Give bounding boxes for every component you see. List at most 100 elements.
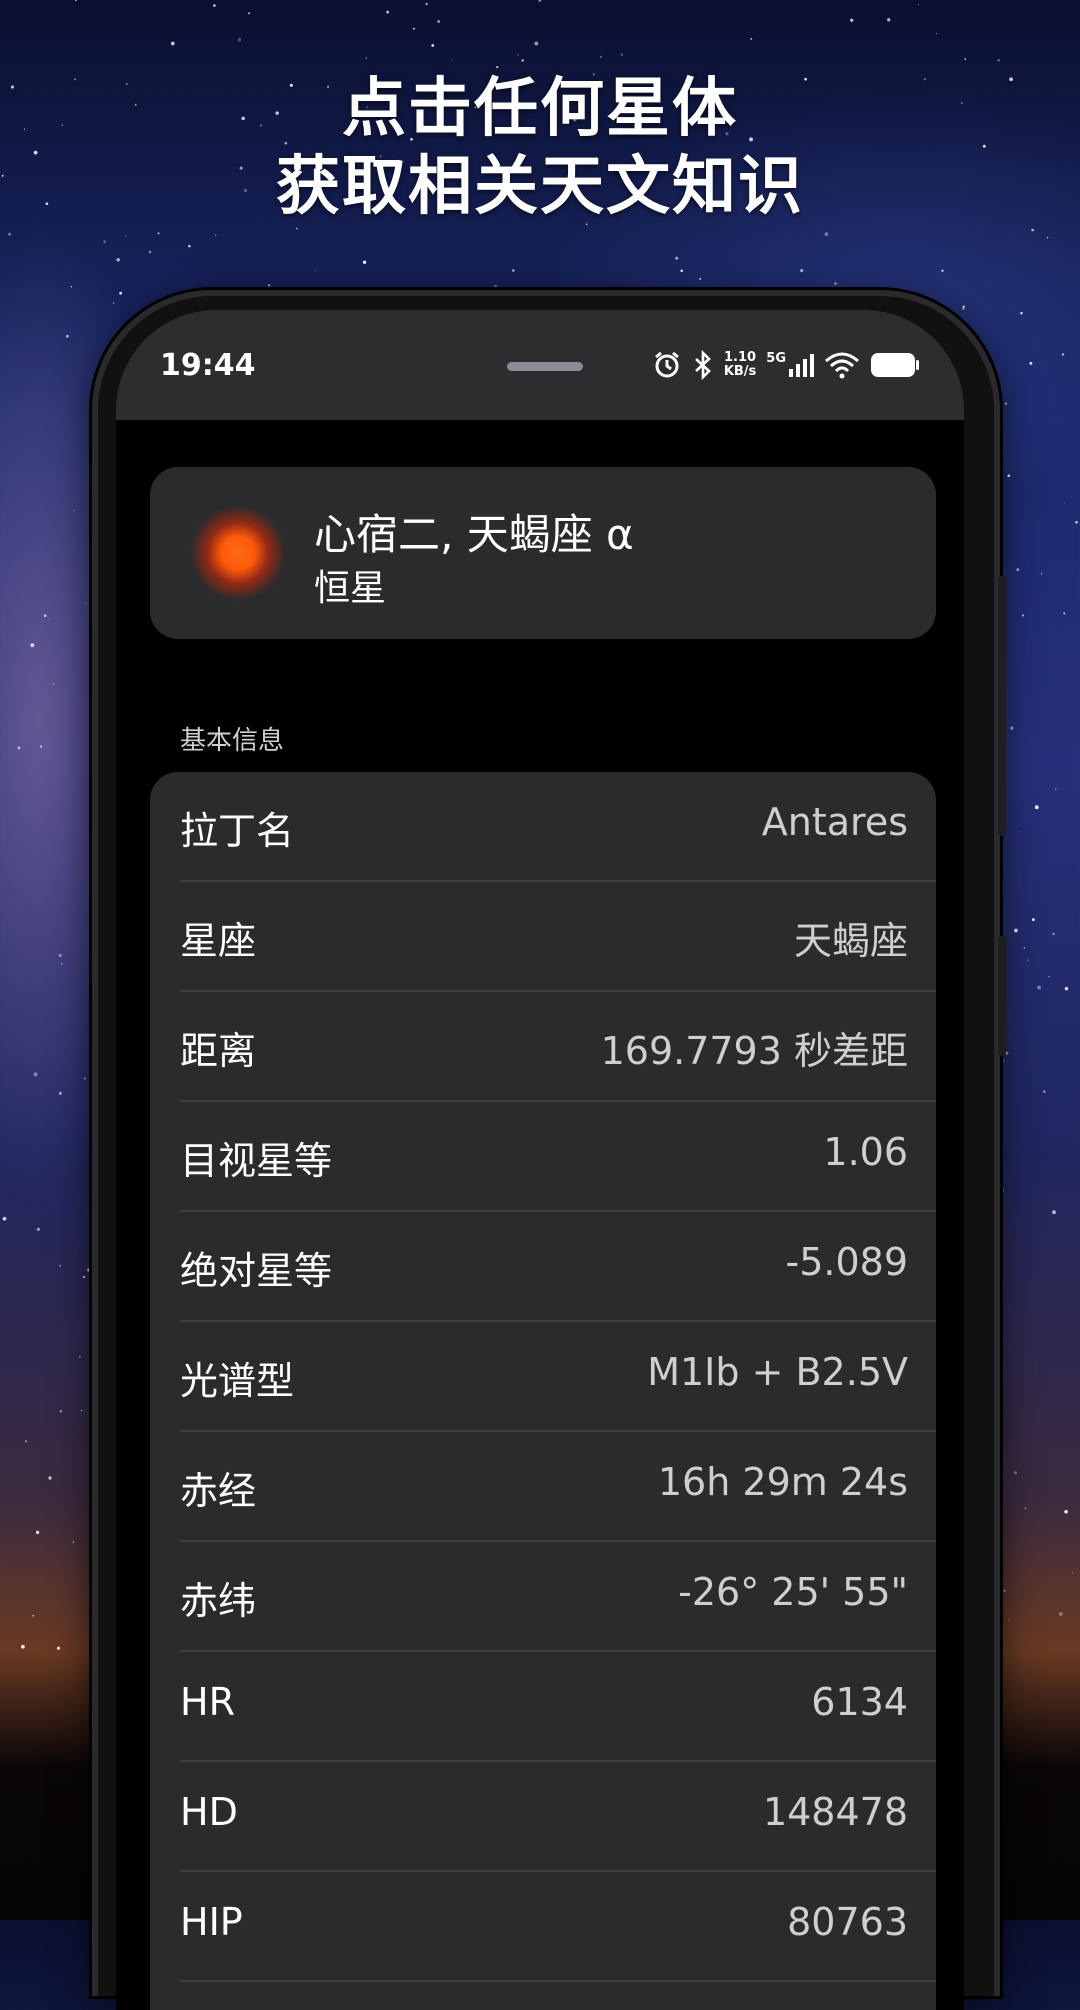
background-star: [496, 66, 499, 69]
info-key: HD: [180, 1790, 238, 1834]
background-star: [1020, 312, 1023, 315]
status-bar: 19:44 1.10 KB/s 5G: [116, 310, 964, 420]
background-star: [83, 1077, 86, 1080]
object-header-card[interactable]: 心宿二, 天蝎座 α 恒星: [150, 467, 936, 639]
background-star: [53, 683, 55, 685]
background-star: [170, 41, 175, 46]
background-star: [215, 234, 217, 236]
info-row[interactable]: HD 148478: [180, 1762, 936, 1872]
background-star: [451, 59, 453, 61]
background-star: [1024, 1507, 1027, 1510]
battery-icon: [870, 351, 920, 379]
info-value: 16h 29m 24s: [657, 1460, 908, 1504]
background-star: [365, 57, 368, 59]
background-star: [213, 4, 216, 7]
background-star: [59, 1410, 62, 1413]
background-star: [1064, 986, 1069, 991]
info-row[interactable]: HR 6134: [180, 1652, 936, 1762]
background-star: [941, 269, 944, 272]
background-star: [850, 18, 854, 22]
net-speed: 1.10 KB/s: [724, 351, 756, 379]
background-star: [48, 1476, 52, 1480]
info-key: HR: [180, 1680, 235, 1724]
info-key: 光谱型: [180, 1359, 295, 1403]
background-star: [65, 334, 69, 338]
background-star: [268, 284, 271, 287]
info-row[interactable]: 赤经 16h 29m 24s: [180, 1432, 936, 1542]
background-star: [1031, 228, 1034, 232]
info-row[interactable]: 绝对星等 -5.089: [180, 1212, 936, 1322]
info-value: 169.7793 秒差距: [600, 1029, 908, 1073]
info-row[interactable]: 拉丁名 Antares: [180, 772, 936, 882]
background-star: [74, 0, 77, 2]
background-star: [59, 1265, 61, 1267]
background-star: [1002, 1189, 1005, 1192]
background-star: [699, 277, 702, 280]
alarm-icon: [652, 350, 682, 380]
info-value: 148478: [762, 1790, 908, 1834]
info-key: 拉丁名: [180, 809, 295, 853]
background-star: [800, 269, 804, 273]
info-row[interactable]: 距离 169.7793 秒差距: [180, 992, 936, 1102]
background-star: [1046, 236, 1049, 239]
background-star: [1072, 1572, 1074, 1574]
background-star: [1031, 918, 1035, 921]
background-star: [33, 1072, 38, 1077]
background-star: [36, 1227, 40, 1231]
info-value: Antares: [761, 800, 908, 844]
background-star: [1064, 503, 1065, 505]
background-star: [534, 41, 539, 46]
background-star: [1003, 1589, 1006, 1592]
info-row[interactable]: 光谱型 M1Ib + B2.5V: [180, 1322, 936, 1432]
info-key: 星座: [180, 919, 257, 963]
background-star: [89, 818, 91, 820]
background-star: [425, 2, 428, 6]
background-star: [238, 38, 242, 42]
background-star: [247, 12, 251, 15]
background-star: [1052, 1210, 1056, 1215]
background-star: [1058, 1612, 1063, 1616]
star-icon: [190, 505, 286, 601]
object-type: 恒星: [314, 568, 387, 609]
background-star: [620, 53, 624, 56]
info-row[interactable]: 星座 天蝎座: [180, 882, 936, 992]
background-star: [1052, 932, 1055, 935]
background-star: [78, 1355, 81, 1358]
net-speed-value: 1.10: [724, 350, 757, 365]
background-star: [1013, 1471, 1018, 1475]
background-star: [521, 59, 524, 62]
background-star: [103, 240, 106, 243]
info-row[interactable]: 目视星等 1.06: [180, 1102, 936, 1212]
info-key: 距离: [180, 1029, 257, 1073]
background-star: [386, 10, 389, 14]
background-star: [600, 55, 602, 58]
background-star: [188, 244, 191, 248]
background-star: [61, 963, 63, 965]
info-row[interactable]: 赤纬 -26° 25' 55": [180, 1542, 936, 1652]
promo-headline: 点击任何星体 获取相关天文知识: [0, 70, 1080, 226]
background-star: [2, 1216, 7, 1221]
status-time: 19:44: [160, 348, 256, 383]
background-star: [917, 3, 919, 6]
info-key: 目视星等: [180, 1139, 333, 1183]
background-star: [148, 250, 152, 254]
info-value: -5.089: [785, 1240, 909, 1284]
background-star: [8, 232, 12, 236]
background-star: [1034, 805, 1039, 810]
background-star: [1016, 568, 1020, 572]
background-star: [1008, 1619, 1010, 1622]
background-star: [1027, 959, 1029, 961]
background-star: [437, 20, 440, 23]
info-card: 拉丁名 Antares 星座 天蝎座 距离 169.7793 秒差距 目视星等 1.06…: [150, 772, 936, 2010]
background-star: [1055, 788, 1057, 790]
background-star: [47, 618, 50, 620]
info-key: 赤纬: [180, 1579, 257, 1623]
background-star: [58, 953, 62, 958]
background-star: [964, 58, 967, 61]
background-star: [412, 27, 415, 30]
background-star: [1019, 831, 1021, 833]
background-star: [314, 270, 316, 272]
phone-side-button: [998, 936, 1006, 1056]
background-star: [1063, 612, 1066, 615]
info-row[interactable]: HIP 80763: [180, 1872, 936, 1982]
